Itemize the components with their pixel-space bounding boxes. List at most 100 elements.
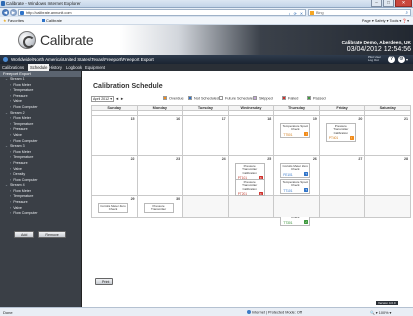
calendar-day[interactable] (182, 195, 229, 218)
tree-label: Pressure (13, 200, 28, 205)
back-button[interactable]: ◀ (2, 9, 9, 16)
expand-icon: ⌄ (5, 144, 9, 149)
tree-label: Temperature (13, 88, 34, 93)
gear-icon[interactable]: ⚙ (398, 56, 405, 63)
favorites-button[interactable]: ★Favorites (3, 18, 24, 23)
overdue-status-icon: ! (349, 135, 354, 140)
logout-link[interactable]: Log Out (368, 58, 381, 62)
calendar-day[interactable]: 19 Temperature Spool Check TT501! (273, 115, 320, 156)
calibration-event[interactable]: Coriolis Meter Zero Check FE101? (280, 163, 311, 179)
version-label: Version 4.0.0 (376, 301, 398, 305)
calibration-event[interactable]: Pressure Transmitter Calibration PT401! (325, 123, 356, 142)
chevron-right-icon: › (10, 172, 12, 177)
legend-swatch (307, 96, 311, 100)
calendar-day[interactable] (273, 195, 320, 218)
remove-button[interactable]: Remove (38, 231, 66, 238)
forward-button[interactable]: ▶ (10, 9, 17, 16)
calendar-day[interactable]: 18 (227, 115, 275, 156)
help-icon[interactable]: ? (388, 56, 395, 63)
day-number: 18 (267, 117, 272, 121)
notsched-status-icon: ? (304, 172, 309, 177)
calendar-day[interactable]: 15 (91, 115, 138, 156)
current-datetime: 03/04/2012 12:54:56 (346, 46, 411, 53)
day-number: 17 (221, 117, 226, 121)
calendar-day[interactable]: 28 (364, 155, 411, 196)
chevron-right-icon: › (10, 138, 12, 143)
chevron-right-icon: › (10, 132, 12, 137)
calendar-day[interactable]: 20 Pressure Transmitter Calibration PT401! (318, 115, 366, 156)
day-number: 19 (312, 117, 317, 121)
command-bar[interactable]: Page ▾ Safety ▾ Tools ▾ ❓▾ (362, 18, 409, 23)
calendar-day[interactable] (318, 195, 366, 218)
calendar-day[interactable]: 17 (182, 115, 229, 156)
calendar-day[interactable]: 29 Coriolis Meter Zero Check (91, 195, 138, 218)
page-title: Calibration Schedule (93, 83, 163, 90)
calendar-day[interactable]: 16 (136, 115, 184, 156)
address-controls[interactable]: ↕ ⟳ ✕ (289, 11, 304, 16)
maximize-button[interactable]: □ (383, 0, 394, 7)
tree-label: Flow Computer (13, 138, 38, 143)
calendar-day[interactable]: 24 (182, 155, 229, 196)
month-nav[interactable]: ◄ ► (115, 96, 124, 101)
tree-label: Stream 1 (10, 77, 25, 81)
calendar-day[interactable]: 25Pressure Transmitter CalibrationPT101✕… (227, 155, 275, 214)
legend-swatch (163, 96, 167, 100)
menu-calibrations[interactable]: Calibrations (2, 65, 24, 70)
calibration-event[interactable]: Temperature Spool Check TT101? (280, 179, 311, 195)
day-number: 20 (358, 117, 363, 121)
add-button[interactable]: Add (14, 231, 35, 238)
legend-swatch (188, 96, 192, 100)
calendar-day[interactable]: 22 (91, 155, 138, 196)
chevron-right-icon: › (10, 200, 12, 205)
zoom-control[interactable]: 🔍 ▾ 100% ▾ (370, 310, 391, 315)
legend-swatch (219, 96, 223, 100)
address-toolbar: ◀ ▶ http://calibrate.annunit.com ↕ ⟳ ✕ B… (0, 8, 413, 17)
tree-item[interactable]: › Flow Computer (0, 211, 81, 217)
legend-swatch (253, 96, 257, 100)
chevron-down-icon[interactable]: ▾ (406, 57, 408, 62)
menu-equipment[interactable]: Equipment (85, 65, 105, 70)
calendar-day[interactable]: 30 Pressure Transmitter (136, 195, 184, 218)
calendar-day[interactable]: 26 Coriolis Meter Zero Check FE101? Tempera… (273, 155, 320, 227)
tree-label: Flow Meter (13, 149, 31, 154)
tree-label: Stream 3 (10, 144, 25, 149)
calibration-event[interactable]: Coriolis Meter Zero Check (98, 203, 128, 213)
print-button[interactable]: Print (95, 278, 113, 285)
close-button[interactable]: ✕ (395, 0, 412, 7)
tree-label: Stream 2 (10, 110, 25, 115)
calibration-event[interactable]: Pressure Transmitter (143, 203, 174, 213)
calendar-day[interactable] (364, 195, 411, 218)
calibration-event[interactable]: Temperature Spool Check TT501! (280, 123, 311, 139)
month-select[interactable]: April 2012 (91, 96, 114, 102)
event-name: Temperature Spool Check (282, 180, 308, 188)
search-input[interactable]: Bing ⌕ (308, 9, 411, 16)
menu-schedule[interactable]: Schedule (28, 64, 50, 71)
window-titlebar: Calibrate - Windows Internet Explorer – … (0, 0, 413, 8)
chevron-right-icon: › (10, 99, 12, 104)
menu-logbook[interactable]: Logbook (66, 65, 82, 70)
calendar-day[interactable]: 21 (364, 115, 411, 156)
day-number: 28 (404, 157, 408, 161)
event-id: PT401 (328, 136, 339, 141)
address-input[interactable]: http://calibrate.annunit.com ↕ ⟳ ✕ (18, 9, 306, 16)
chevron-right-icon: › (10, 104, 12, 109)
logo-text: Calibrate (40, 32, 94, 48)
calendar-day[interactable] (227, 195, 275, 218)
window-controls: – □ ✕ (371, 0, 412, 7)
calendar-day[interactable]: 27 (318, 155, 366, 196)
tree-label: Pressure (13, 127, 28, 132)
calendar-day[interactable]: 23 (136, 155, 184, 196)
event-id: FE101 (283, 172, 293, 177)
chevron-right-icon: › (10, 155, 12, 160)
menu-history[interactable]: History (49, 65, 62, 70)
minimize-button[interactable]: – (371, 0, 382, 7)
event-name: Pressure Transmitter Calibration (242, 164, 258, 175)
browser-tab[interactable]: Calibrate (42, 18, 62, 23)
tree-label: Density (13, 172, 26, 177)
breadcrumb[interactable]: Worldwide\North America\United States\Te… (11, 57, 154, 62)
chevron-right-icon: › (10, 93, 12, 98)
day-number: 23 (176, 157, 181, 161)
calendar-week: 29 Coriolis Meter Zero Check 30 Pressure Tr… (91, 195, 411, 218)
search-icon[interactable]: ⌕ (405, 10, 408, 15)
calibrate-logo-icon (18, 31, 36, 49)
